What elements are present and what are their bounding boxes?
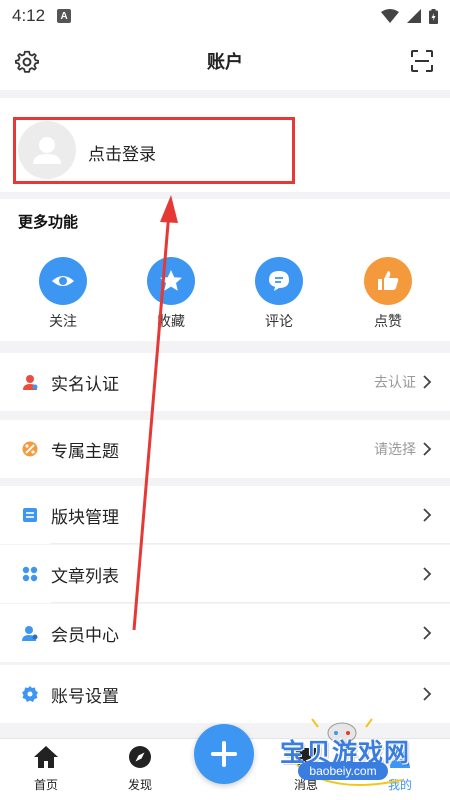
chevron-right-icon bbox=[423, 375, 432, 389]
menu-label: 实名认证 bbox=[51, 374, 119, 395]
comment-icon bbox=[255, 257, 303, 305]
menu-item-board[interactable]: 版块管理 bbox=[0, 486, 450, 544]
menu-label: 会员中心 bbox=[51, 625, 119, 646]
more-features-section: 更多功能 关注 收藏 评论 点赞 bbox=[0, 199, 450, 341]
page-title: 账户 bbox=[207, 52, 243, 73]
feature-follow[interactable]: 关注 bbox=[33, 257, 93, 331]
nav-home[interactable]: 首页 bbox=[16, 745, 76, 793]
nav-label: 发现 bbox=[127, 778, 152, 792]
settings-icon bbox=[22, 686, 38, 702]
feature-label: 点赞 bbox=[374, 314, 402, 330]
wifi-icon bbox=[381, 9, 399, 23]
menu-item-member[interactable]: 会员中心 bbox=[0, 604, 450, 662]
page-header: 账户 bbox=[0, 32, 450, 90]
user-verify-icon bbox=[23, 375, 38, 390]
plus-icon bbox=[211, 741, 237, 767]
section-title: 更多功能 bbox=[18, 213, 79, 231]
row-divider bbox=[51, 602, 450, 603]
login-highlight-box bbox=[13, 117, 295, 184]
chevron-right-icon bbox=[423, 442, 432, 456]
member-icon bbox=[22, 626, 38, 641]
notification-badge: A bbox=[57, 9, 72, 23]
feature-label: 收藏 bbox=[157, 314, 185, 330]
menu-item-articles[interactable]: 文章列表 bbox=[0, 545, 450, 603]
gear-icon[interactable] bbox=[14, 49, 40, 75]
grid-icon bbox=[22, 566, 38, 582]
menu-label: 专属主题 bbox=[51, 441, 119, 462]
board-icon bbox=[23, 508, 37, 522]
chevron-right-icon bbox=[423, 567, 432, 581]
feature-label: 关注 bbox=[49, 314, 77, 330]
signal-icon bbox=[407, 9, 421, 23]
add-post-button[interactable] bbox=[194, 724, 254, 784]
menu-value: 去认证 bbox=[374, 375, 416, 391]
battery-icon bbox=[429, 8, 438, 24]
menu-label: 版块管理 bbox=[51, 507, 119, 528]
nav-discover[interactable]: 发现 bbox=[110, 745, 170, 793]
menu-value: 请选择 bbox=[374, 442, 416, 458]
menu-item-theme[interactable]: 专属主题 请选择 bbox=[0, 420, 450, 478]
theme-icon bbox=[22, 441, 38, 457]
row-divider bbox=[51, 543, 450, 544]
nav-label: 首页 bbox=[33, 778, 58, 792]
status-time: 4:12 bbox=[12, 6, 46, 25]
menu-label: 文章列表 bbox=[51, 566, 119, 587]
watermark-url: baobeiy.com bbox=[298, 762, 388, 780]
feature-label: 评论 bbox=[265, 314, 293, 330]
feature-comment[interactable]: 评论 bbox=[249, 257, 309, 331]
chevron-right-icon bbox=[423, 687, 432, 701]
home-icon bbox=[34, 746, 58, 768]
feature-like[interactable]: 点赞 bbox=[358, 257, 418, 331]
menu-item-realname[interactable]: 实名认证 去认证 bbox=[0, 353, 450, 411]
thumbs-up-icon bbox=[364, 257, 412, 305]
chevron-right-icon bbox=[423, 626, 432, 640]
menu-label: 账号设置 bbox=[51, 686, 119, 707]
chevron-right-icon bbox=[423, 508, 432, 522]
star-icon bbox=[147, 257, 195, 305]
compass-icon bbox=[129, 746, 151, 768]
scan-icon[interactable] bbox=[410, 49, 434, 73]
status-bar: 4:12 A bbox=[0, 0, 450, 32]
feature-favorite[interactable]: 收藏 bbox=[141, 257, 201, 331]
status-icons bbox=[381, 8, 438, 24]
eye-icon bbox=[39, 257, 87, 305]
